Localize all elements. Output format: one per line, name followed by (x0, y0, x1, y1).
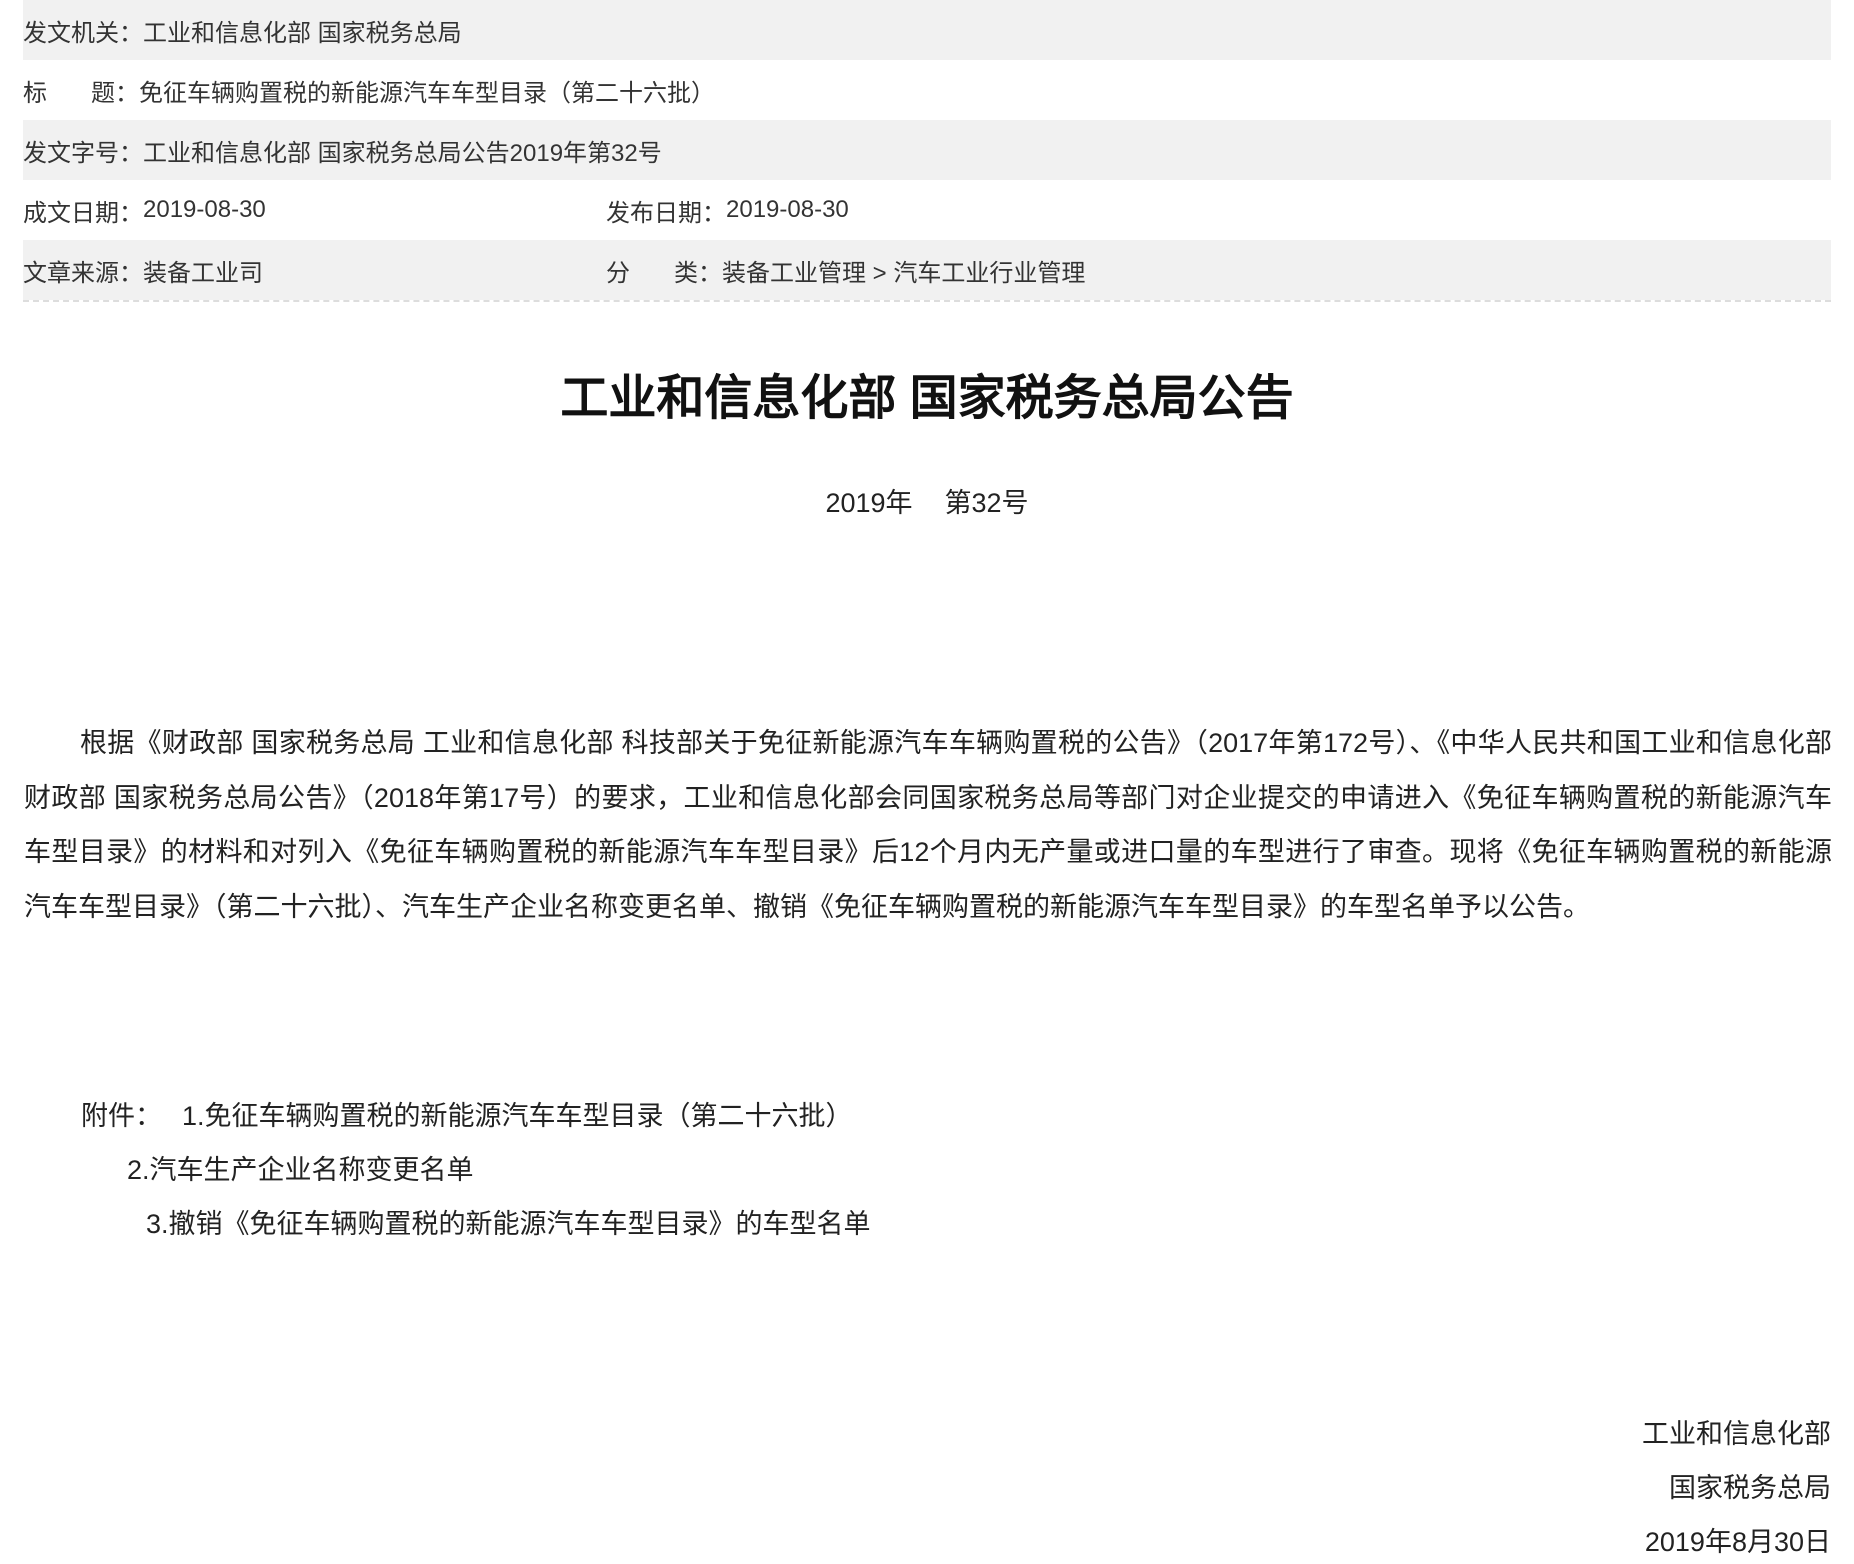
doc-number-label: 发文字号 (23, 139, 119, 167)
title-value: 免征车辆购置税的新能源汽车车型目录（第二十六批） (139, 79, 715, 107)
issuer-value: 工业和信息化部 国家税务总局 (143, 19, 462, 47)
announcement-issue-number: 第32号 (944, 488, 1029, 518)
announcement-heading: 工业和信息化部 国家税务总局公告 (560, 372, 1294, 425)
source-label: 文章来源 (23, 259, 119, 287)
metadata-row-issuer: 发文机关：工业和信息化部 国家税务总局 (23, 0, 1831, 60)
announcement-number: 2019年 第32号 (0, 487, 1854, 519)
colon: ： (119, 19, 143, 47)
attachment-2-text: 2.汽车生产企业名称变更名单 (127, 1155, 474, 1185)
attachments-label: 附件： (81, 1101, 162, 1131)
source-field: 文章来源：装备工业司 (23, 253, 606, 288)
source-value: 装备工业司 (143, 259, 263, 287)
announcement-year: 2019年 (825, 488, 913, 518)
attachment-item-3: 3.撤销《免征车辆购置税的新能源汽车车型目录》的车型名单 (146, 1208, 871, 1240)
category-field: 分类：装备工业管理 > 汽车工业行业管理 (606, 253, 1085, 288)
doc-number-field: 发文字号：工业和信息化部 国家税务总局公告2019年第32号 (23, 133, 662, 168)
colon: ： (119, 259, 143, 287)
written-date-field: 成文日期： 2019-08-30 (23, 193, 606, 228)
colon: ： (119, 199, 143, 227)
title-label-first: 标 (23, 79, 91, 107)
title-field: 标题：免征车辆购置税的新能源汽车车型目录（第二十六批） (23, 73, 715, 108)
category-label-first: 分 (606, 259, 674, 287)
publish-date-label: 发布日期 (606, 199, 702, 227)
colon: ： (115, 79, 139, 107)
doc-number-value: 工业和信息化部 国家税务总局公告2019年第32号 (143, 139, 662, 167)
issuer-label: 发文机关 (23, 19, 119, 47)
attachment-item-2: 2.汽车生产企业名称变更名单 (127, 1154, 474, 1186)
written-date-label: 成文日期 (23, 199, 119, 227)
attachment-item-1: 附件： 1.免征车辆购置税的新能源汽车车型目录（第二十六批） (81, 1100, 853, 1132)
publish-date-field: 发布日期： 2019-08-30 (606, 193, 849, 228)
metadata-row-title: 标题：免征车辆购置税的新能源汽车车型目录（第二十六批） (23, 60, 1831, 120)
colon: ： (698, 259, 722, 287)
metadata-row-source-category: 文章来源：装备工业司 分类：装备工业管理 > 汽车工业行业管理 (23, 240, 1831, 300)
category-label-second: 类 (674, 259, 698, 287)
metadata-row-doc-number: 发文字号：工业和信息化部 国家税务总局公告2019年第32号 (23, 120, 1831, 180)
metadata-row-dates: 成文日期： 2019-08-30 发布日期： 2019-08-30 (23, 180, 1831, 240)
signature-date: 2019年8月30日 (1644, 1527, 1831, 1557)
signature-tax-administration: 国家税务总局 (1669, 1473, 1831, 1503)
publish-date-value: 2019-08-30 (726, 196, 849, 223)
issuer-field: 发文机关：工业和信息化部 国家税务总局 (23, 13, 462, 48)
written-date-value: 2019-08-30 (143, 196, 266, 223)
category-value: 装备工业管理 > 汽车工业行业管理 (722, 259, 1086, 287)
colon: ： (702, 199, 726, 227)
title-label-second: 题 (91, 79, 115, 107)
announcement-body: 根据《财政部 国家税务总局 工业和信息化部 科技部关于免征新能源汽车车辆购置税的… (24, 728, 1832, 922)
signature-ministry: 工业和信息化部 (1642, 1419, 1831, 1449)
attachment-3-text: 3.撤销《免征车辆购置税的新能源汽车车型目录》的车型名单 (146, 1209, 871, 1239)
colon: ： (119, 139, 143, 167)
attachment-1-text: 1.免征车辆购置税的新能源汽车车型目录（第二十六批） (182, 1101, 853, 1131)
document-metadata-table: 发文机关：工业和信息化部 国家税务总局 标题：免征车辆购置税的新能源汽车车型目录… (23, 0, 1831, 302)
